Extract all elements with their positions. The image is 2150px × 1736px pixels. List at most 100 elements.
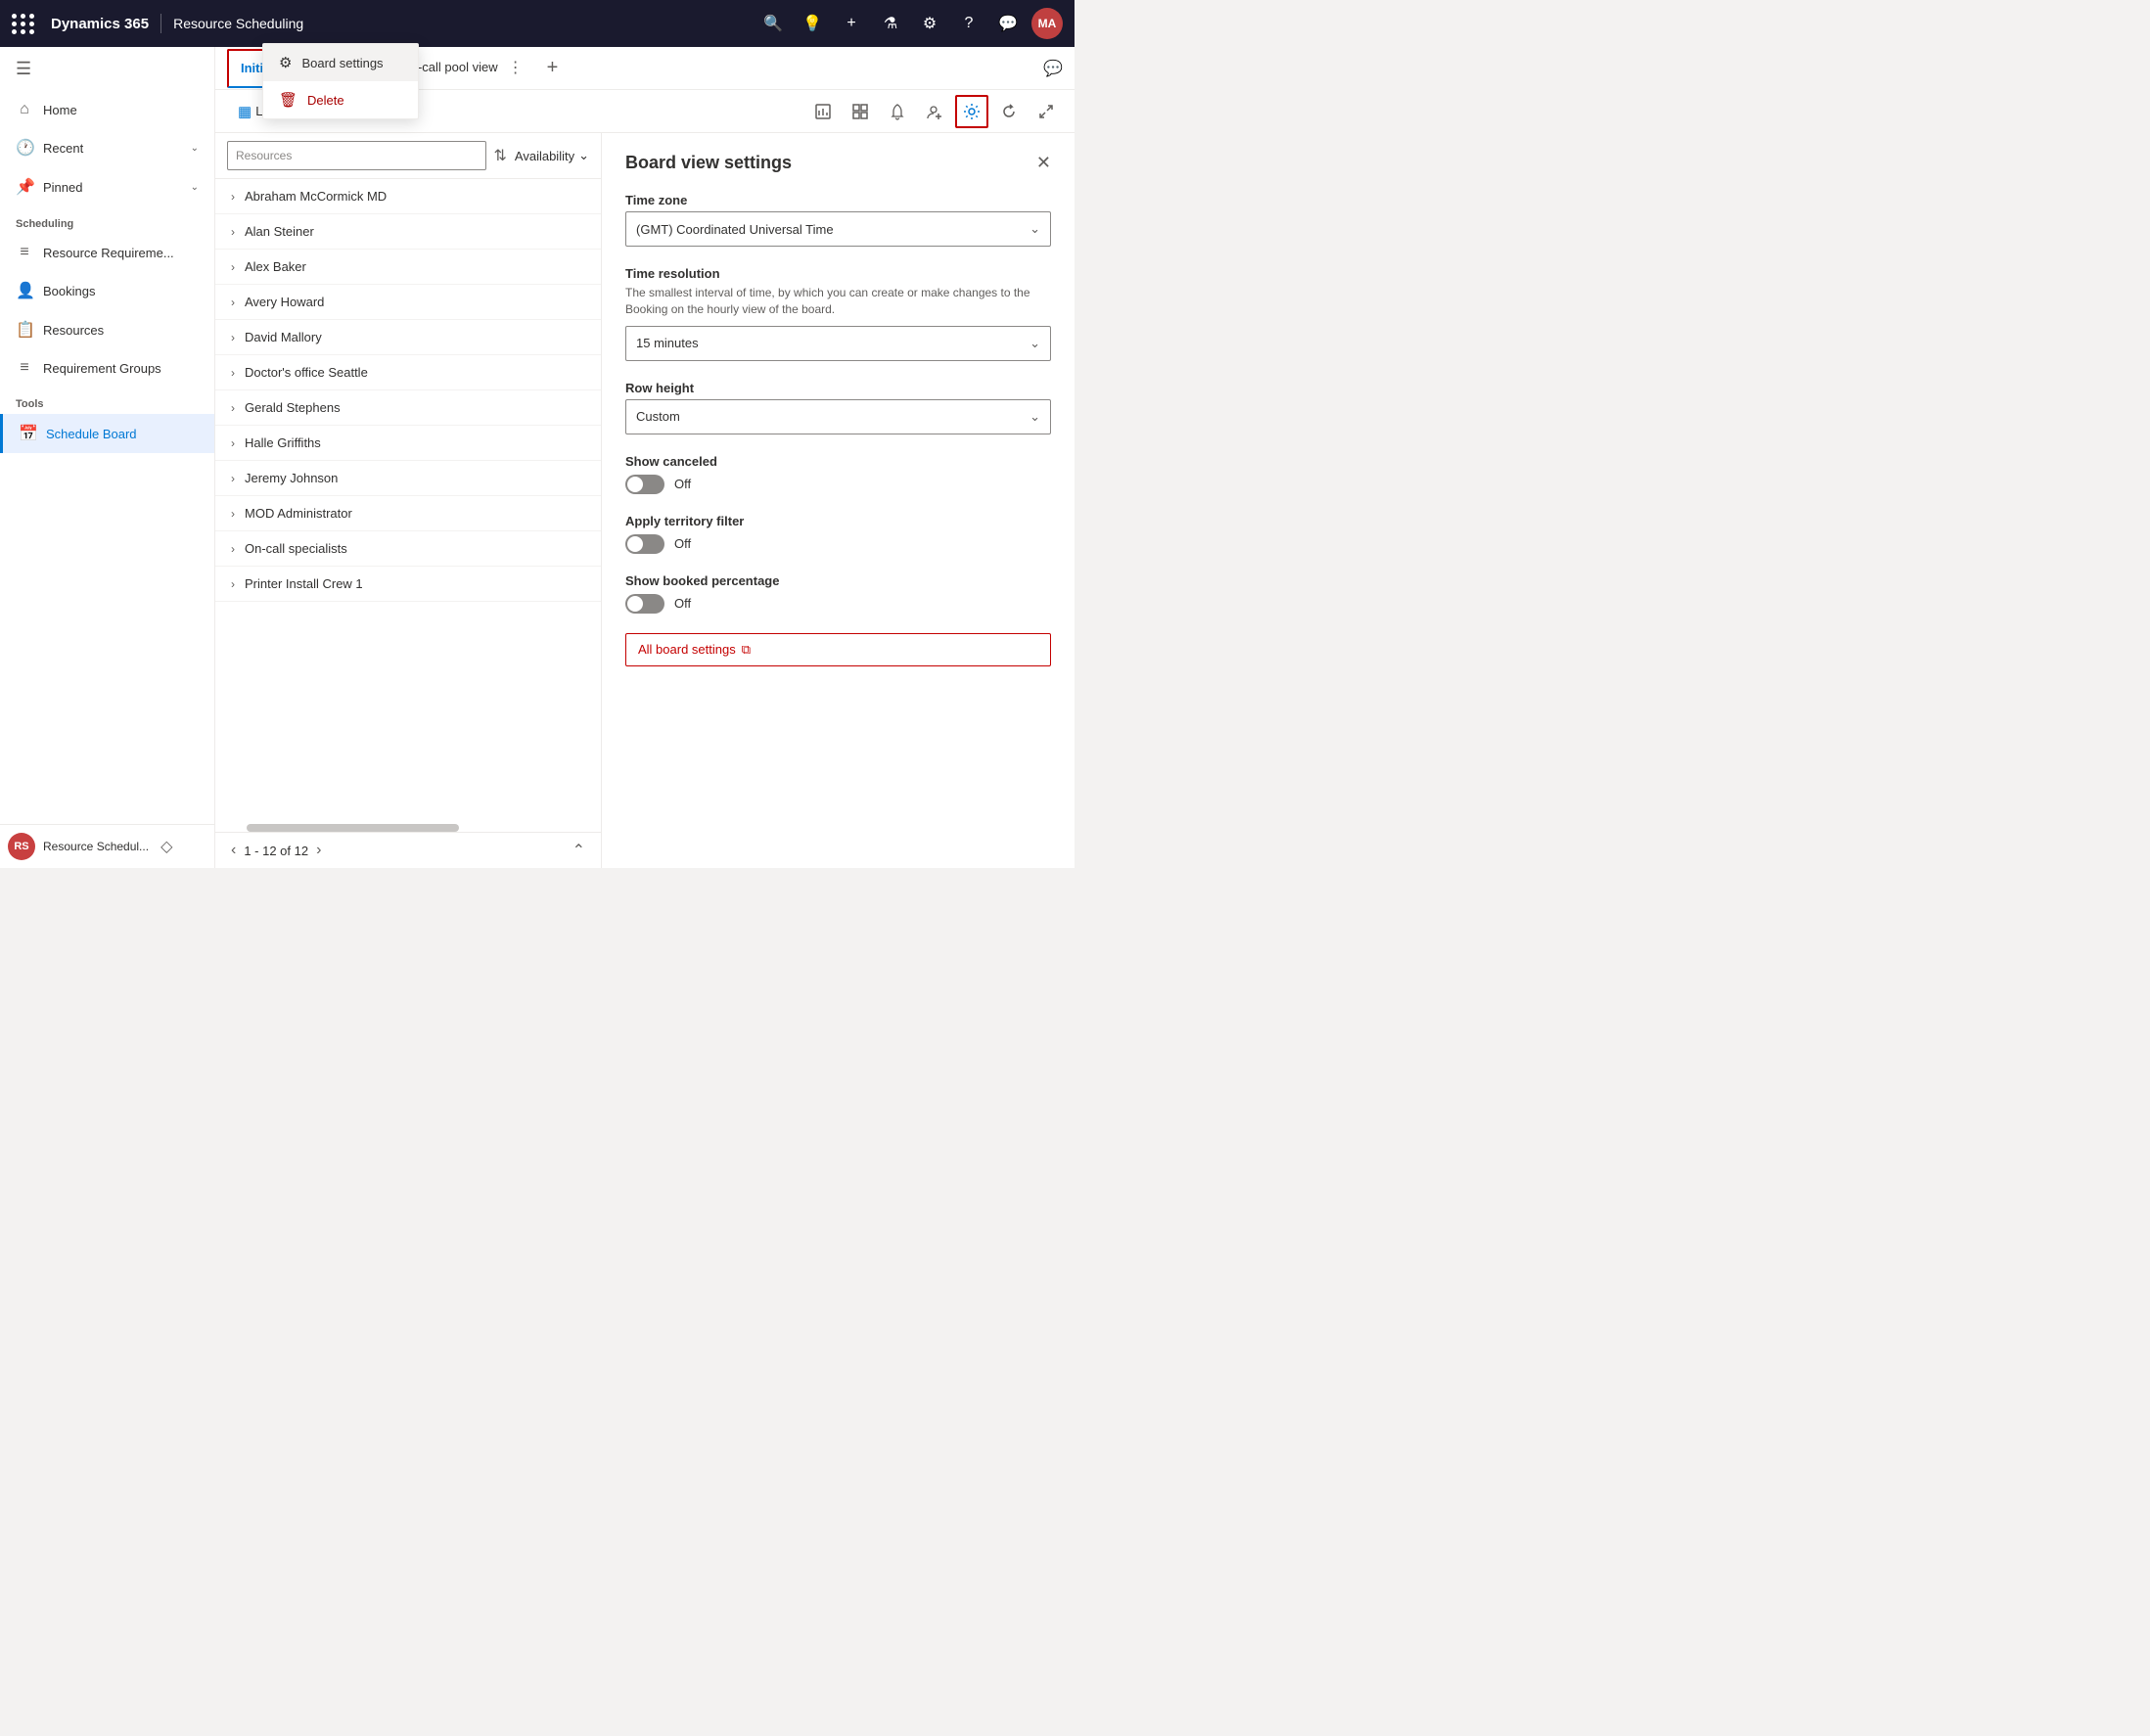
home-icon: ⌂ xyxy=(16,101,33,118)
row-height-label: Row height xyxy=(625,381,1051,395)
tab-options-icon[interactable]: ⋮ xyxy=(508,58,524,77)
help-icon[interactable]: ? xyxy=(953,8,984,39)
collapse-button[interactable]: ⌃ xyxy=(572,841,585,860)
apps-button[interactable] xyxy=(12,14,35,34)
resource-name: Gerald Stephens xyxy=(245,400,341,415)
sidebar-item-label: Resource Requireme... xyxy=(43,246,174,260)
expand-icon: › xyxy=(231,225,235,239)
list-item[interactable]: › On-call specialists xyxy=(215,531,601,567)
list-item[interactable]: › David Mallory xyxy=(215,320,601,355)
brand: Dynamics 365 xyxy=(51,16,149,32)
user-avatar[interactable]: MA xyxy=(1031,8,1063,39)
territory-filter-toggle[interactable] xyxy=(625,534,664,554)
board-view-settings-panel: Board view settings ✕ Time zone (GMT) Co… xyxy=(602,133,1075,868)
diamond-icon: ◇ xyxy=(160,837,172,856)
delete-icon: 🗑 xyxy=(279,91,297,109)
external-link-icon: ⧉ xyxy=(742,642,751,658)
sidebar-item-home[interactable]: ⌂ Home xyxy=(0,91,214,128)
resource-name: David Mallory xyxy=(245,330,322,344)
filter-icon[interactable]: ⚗ xyxy=(875,8,906,39)
resource-name: Abraham McCormick MD xyxy=(245,189,387,204)
next-page-button[interactable]: › xyxy=(316,842,321,859)
expand-icon: › xyxy=(231,190,235,204)
prev-page-button[interactable]: ‹ xyxy=(231,842,236,859)
list-item[interactable]: › Halle Griffiths xyxy=(215,426,601,461)
person-icon-button[interactable] xyxy=(918,95,951,128)
nav-divider xyxy=(160,14,161,33)
list-item[interactable]: › MOD Administrator xyxy=(215,496,601,531)
booked-percentage-toggle-label: Off xyxy=(674,596,691,611)
search-icon[interactable]: 🔍 xyxy=(757,8,789,39)
grid-view-button[interactable] xyxy=(844,95,877,128)
report-icon xyxy=(814,103,832,120)
list-item[interactable]: › Alex Baker xyxy=(215,250,601,285)
territory-filter-label: Apply territory filter xyxy=(625,514,1051,528)
list-item[interactable]: › Doctor's office Seattle xyxy=(215,355,601,390)
list-item[interactable]: › Gerald Stephens xyxy=(215,390,601,426)
sidebar-item-requirement-groups[interactable]: ≡ Requirement Groups xyxy=(0,349,214,387)
territory-filter-toggle-row: Off xyxy=(625,534,1051,554)
refresh-button[interactable] xyxy=(992,95,1026,128)
sidebar-item-label: Requirement Groups xyxy=(43,361,161,376)
horizontal-scrollbar[interactable] xyxy=(247,824,459,832)
list-item[interactable]: › Alan Steiner xyxy=(215,214,601,250)
time-resolution-select[interactable]: 15 minutes ⌄ xyxy=(625,326,1051,361)
add-tab-button[interactable]: + xyxy=(539,53,567,83)
list-item[interactable]: › Printer Install Crew 1 xyxy=(215,567,601,602)
add-icon[interactable]: + xyxy=(836,8,867,39)
booked-percentage-section: Show booked percentage Off xyxy=(625,573,1051,614)
person-add-icon xyxy=(926,103,943,120)
hamburger-button[interactable]: ☰ xyxy=(0,47,214,91)
availability-filter[interactable]: Availability ⌄ xyxy=(515,148,589,163)
settings-panel-title: Board view settings xyxy=(625,153,792,173)
context-menu-item-board-settings[interactable]: ⚙ Board settings xyxy=(263,44,418,81)
board-settings-button[interactable] xyxy=(955,95,988,128)
sidebar-item-schedule-board[interactable]: 📅 Schedule Board xyxy=(0,414,214,453)
scheduling-section-label: Scheduling xyxy=(0,206,214,234)
timezone-select[interactable]: (GMT) Coordinated Universal Time ⌄ xyxy=(625,211,1051,247)
list-item[interactable]: › Jeremy Johnson xyxy=(215,461,601,496)
close-panel-button[interactable]: ✕ xyxy=(1036,153,1051,173)
chevron-down-icon: ⌄ xyxy=(191,182,199,193)
expand-icon xyxy=(1037,103,1055,120)
list-item[interactable]: › Avery Howard xyxy=(215,285,601,320)
bell-icon xyxy=(889,103,906,120)
availability-label: Availability xyxy=(515,149,574,163)
resource-name: Jeremy Johnson xyxy=(245,471,338,485)
sidebar-item-resources[interactable]: 📋 Resources xyxy=(0,310,214,349)
row-height-value: Custom xyxy=(636,409,680,424)
sidebar-item-recent[interactable]: 🕐 Recent ⌄ xyxy=(0,128,214,167)
sidebar-item-bookings[interactable]: 👤 Bookings xyxy=(0,271,214,310)
scrollbar-area xyxy=(215,820,601,832)
sidebar-item-pinned[interactable]: 📌 Pinned ⌄ xyxy=(0,167,214,206)
show-canceled-toggle[interactable] xyxy=(625,475,664,494)
calendar-icon: 📅 xyxy=(19,424,36,443)
sidebar-item-resource-requirements[interactable]: ≡ Resource Requireme... xyxy=(0,234,214,271)
row-height-select[interactable]: Custom ⌄ xyxy=(625,399,1051,434)
expand-icon: › xyxy=(231,436,235,450)
chat-icon[interactable]: 💬 xyxy=(992,8,1024,39)
time-resolution-section: Time resolution The smallest interval of… xyxy=(625,266,1051,361)
person-icon: 👤 xyxy=(16,281,33,300)
chat-window-icon[interactable]: 💬 xyxy=(1043,61,1063,77)
booked-percentage-toggle[interactable] xyxy=(625,594,664,614)
context-menu-item-delete[interactable]: 🗑 Delete xyxy=(263,81,418,118)
list-icon: ≡ xyxy=(16,244,33,261)
expand-icon: › xyxy=(231,542,235,556)
bell-icon-button[interactable] xyxy=(881,95,914,128)
sort-icon[interactable]: ⇅ xyxy=(494,146,507,165)
resources-search-input[interactable]: Resources xyxy=(227,141,486,170)
lightbulb-icon[interactable]: 💡 xyxy=(797,8,828,39)
resource-name: Avery Howard xyxy=(245,295,324,309)
expand-button[interactable] xyxy=(1029,95,1063,128)
sidebar-bottom-text: Resource Schedul... xyxy=(43,840,149,853)
top-nav: Dynamics 365 Resource Scheduling 🔍 💡 + ⚗… xyxy=(0,0,1075,47)
show-canceled-toggle-row: Off xyxy=(625,475,1051,494)
refresh-icon xyxy=(1000,103,1018,120)
resource-name: Halle Griffiths xyxy=(245,435,321,450)
all-board-settings-button[interactable]: All board settings ⧉ xyxy=(625,633,1051,666)
settings-icon[interactable]: ⚙ xyxy=(914,8,945,39)
report-icon-button[interactable] xyxy=(806,95,840,128)
resource-name: MOD Administrator xyxy=(245,506,352,521)
list-item[interactable]: › Abraham McCormick MD xyxy=(215,179,601,214)
